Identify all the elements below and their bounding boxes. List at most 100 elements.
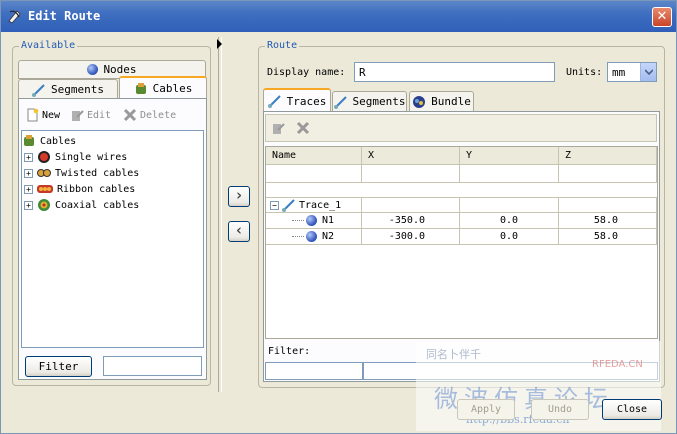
units-label: Units: [566,67,603,78]
new-button[interactable]: New [25,108,60,122]
filter-cell[interactable] [559,165,657,183]
tree-item-ribbon-cables[interactable]: + Ribbon cables [24,182,135,196]
node-name: N2 [322,231,335,242]
node-x[interactable]: -350.0 [362,213,460,229]
delete-icon [123,108,137,122]
node-x[interactable]: -300.0 [362,229,460,245]
node-icon [306,215,317,226]
edit-button-label: Edit [87,109,112,121]
remove-from-route-button[interactable]: ‹ [228,221,250,242]
delete-button-label: Delete [140,109,177,121]
segments-icon [32,83,45,97]
traces-icon [267,95,281,108]
tree-item-label: Single wires [55,151,128,163]
add-to-route-button[interactable]: › [228,186,250,207]
watermark-brand: RFEDA.CN [592,359,643,370]
node-icon [306,231,317,242]
tab-traces-label: Traces [286,94,327,108]
traces-toolbar [265,114,657,142]
tab-bundle-label: Bundle [431,95,471,108]
chevron-right-icon: › [234,186,244,204]
available-filter-input[interactable] [103,356,202,376]
tree-root-cables[interactable]: Cables [22,134,76,148]
column-header-x[interactable]: X [362,147,460,165]
expand-icon[interactable]: + [24,168,33,178]
trace-row-cell [362,197,460,213]
display-name-input[interactable]: R [354,62,555,82]
cables-tree: Cables + Single wires + Twisted cables +… [21,130,204,348]
nodes-icon [87,64,99,75]
node-y[interactable]: 0.0 [460,229,559,245]
tree-item-label: Ribbon cables [57,183,136,195]
delete-icon[interactable] [296,121,310,135]
edit-icon[interactable] [271,121,285,135]
tree-item-label: Twisted cables [55,167,140,179]
units-value: mm [612,65,626,79]
tab-bundle[interactable]: Bundle [409,91,474,111]
collapse-icon[interactable]: − [270,200,279,210]
route-filter-name-input[interactable] [265,362,363,380]
node-y[interactable]: 0.0 [460,213,559,229]
apply-button[interactable]: Apply [457,399,515,420]
column-header-name[interactable]: Name [266,147,362,165]
splitter[interactable] [218,37,222,392]
twisted-cable-icon [37,169,51,177]
tab-cables[interactable]: Cables [119,76,207,99]
undo-button[interactable]: Undo [531,399,589,420]
trace-row-cell [559,197,657,213]
node-z[interactable]: 58.0 [559,229,657,245]
tab-route-segments[interactable]: Segments [332,91,407,111]
units-select[interactable]: mm [607,62,657,82]
tab-segments[interactable]: Segments [18,79,118,99]
node-z[interactable]: 58.0 [559,213,657,229]
new-icon [27,108,39,122]
dropdown-arrow-icon [644,69,653,75]
new-button-label: New [42,109,61,121]
trace-row-cell [460,197,559,213]
splitter-arrow-icon[interactable] [217,39,223,49]
window-title: Edit Route [28,9,101,23]
tree-item-single-wires[interactable]: + Single wires [24,150,127,164]
tab-cables-label: Cables [152,82,193,95]
expand-icon[interactable]: + [24,200,33,210]
route-group-title: Route [265,40,300,51]
tab-segments-label: Segments [51,83,104,96]
edit-route-dialog: Edit Route ✕ Available Nodes Segments Ca… [0,0,677,434]
node-row-name[interactable]: N1 [266,213,362,229]
tab-route-segments-label: Segments [352,95,406,108]
tab-traces[interactable]: Traces [263,88,331,112]
edit-button[interactable]: Edit [70,108,111,122]
tree-item-twisted-cables[interactable]: + Twisted cables [24,166,139,180]
column-header-y[interactable]: Y [460,147,559,165]
watermark-line1: 同名卜伴千 [426,348,481,361]
filter-cell[interactable] [362,165,460,183]
filter-button[interactable]: Filter [25,356,92,377]
chevron-left-icon: ‹ [234,221,244,239]
filter-cell[interactable] [460,165,559,183]
bundle-icon [413,95,426,108]
trace-name: Trace_1 [299,199,342,211]
display-name-label: Display name: [267,67,346,78]
tree-item-coaxial-cables[interactable]: + Coaxial cables [24,198,139,212]
delete-button[interactable]: Delete [123,108,176,122]
filter-cell[interactable] [266,165,362,183]
edit-icon [72,110,84,121]
chevron-down-icon[interactable] [640,63,656,81]
tree-item-label: Coaxial cables [55,199,140,211]
tree-root-label: Cables [40,135,77,147]
expand-icon[interactable]: + [24,184,33,194]
close-button[interactable]: Close [602,399,662,420]
available-group-title: Available [19,40,78,51]
trace-icon [282,199,295,212]
trace-row[interactable]: − Trace_1 [266,197,362,213]
expand-icon[interactable]: + [24,152,33,162]
traces-grid: Name X Y Z − Trace_1 N1 -350.0 0.0 58.0 … [265,146,658,339]
column-header-z[interactable]: Z [559,147,657,165]
close-icon[interactable]: ✕ [652,7,672,27]
node-name: N1 [322,215,335,226]
title-bar: Edit Route ✕ [1,1,676,32]
tab-nodes-label: Nodes [103,63,137,76]
cables-icon [135,82,146,94]
segments-icon [333,95,347,109]
node-row-name[interactable]: N2 [266,229,362,245]
